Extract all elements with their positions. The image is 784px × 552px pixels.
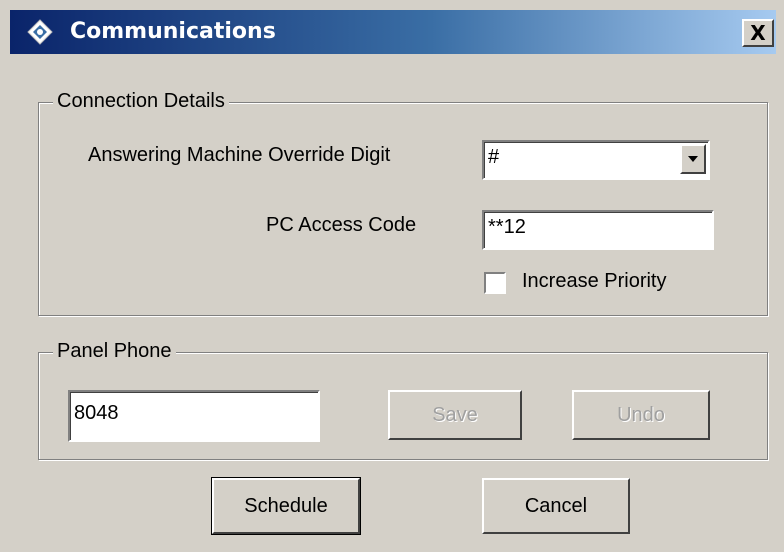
- undo-button[interactable]: Undo: [572, 390, 710, 440]
- panel-phone-value: 8048: [74, 402, 119, 424]
- override-digit-value: #: [488, 146, 500, 168]
- communications-dialog: Communications X Connection Details Answ…: [0, 0, 784, 552]
- cancel-button-label: Cancel: [524, 494, 588, 517]
- undo-button-label: Undo: [617, 403, 665, 426]
- close-icon: X: [750, 21, 766, 45]
- pc-access-code-value: **12: [488, 216, 526, 238]
- schedule-button-label: Schedule: [244, 494, 328, 517]
- pc-access-code-label: PC Access Code: [266, 214, 417, 236]
- dropdown-arrow-button[interactable]: [680, 144, 706, 174]
- cancel-button[interactable]: Cancel: [482, 478, 630, 534]
- save-button-label: Save: [432, 403, 478, 426]
- close-button[interactable]: X: [742, 19, 774, 47]
- override-digit-dropdown[interactable]: #: [482, 140, 710, 180]
- override-digit-label: Answering Machine Override Digit: [88, 144, 391, 166]
- panel-phone-input[interactable]: 8048: [68, 390, 320, 442]
- app-diamond-icon: [27, 19, 53, 45]
- connection-details-legend: Connection Details: [53, 90, 229, 113]
- increase-priority-label[interactable]: Increase Priority: [522, 270, 667, 293]
- title-bar[interactable]: Communications X: [10, 10, 776, 54]
- increase-priority-checkbox[interactable]: [484, 272, 506, 294]
- panel-phone-legend: Panel Phone: [53, 340, 176, 363]
- save-button[interactable]: Save: [388, 390, 522, 440]
- window-title: Communications: [70, 19, 276, 44]
- pc-access-code-input[interactable]: **12: [482, 210, 714, 250]
- chevron-down-icon: [688, 156, 698, 162]
- schedule-button[interactable]: Schedule: [211, 477, 361, 535]
